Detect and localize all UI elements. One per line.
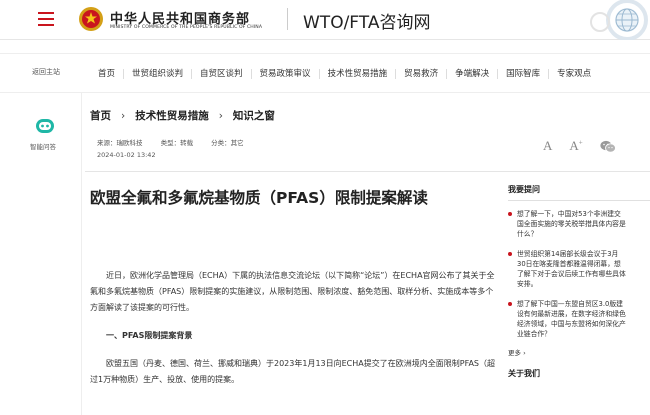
chevron-right-icon: ›: [121, 109, 126, 122]
faq-text: 想了解一下，中国对53个非洲建交国全面实施的零关税举措具体内容是什么？: [517, 210, 626, 238]
main-nav: 返回主站 首页 世贸组织谈判 自贸区谈判 贸易政策审议 技术性贸易措施 贸易救济…: [0, 53, 650, 93]
site-title[interactable]: WTO/FTA咨询网: [303, 8, 430, 33]
bullet-dot-icon: [508, 212, 512, 216]
font-decrease-button[interactable]: A: [543, 138, 552, 154]
bullet-dot-icon: [508, 252, 512, 256]
meta-category: 分类：其它: [211, 139, 244, 147]
faq-text: 世贸组织第14届部长级会议于3月30日在喀麦隆首都雅温得闭幕，想了解下对于会议后…: [517, 250, 626, 288]
article-title: 欧盟全氟和多氟烷基物质（PFAS）限制提案解读: [90, 189, 428, 207]
nav-item-home[interactable]: 首页: [90, 69, 125, 79]
content-divider: [85, 171, 650, 172]
article-body: 近日，欧洲化学品管理局（ECHA）下属的执法信息交流论坛（以下简称“论坛”）在E…: [90, 268, 495, 400]
nav-item-fta[interactable]: 自贸区谈判: [192, 69, 252, 79]
faq-item[interactable]: 世贸组织第14届部长级会议于3月30日在喀麦隆首都雅温得闭幕，想了解下对于会议后…: [508, 249, 626, 289]
nav-item-wto[interactable]: 世贸组织谈判: [124, 69, 193, 79]
font-increase-plus: +: [578, 138, 583, 147]
article-tools: A A+: [543, 138, 616, 154]
faq-heading: 我要提问: [508, 184, 650, 201]
font-increase-button[interactable]: A+: [569, 138, 582, 154]
meta-source: 来源：瑞欧科技: [97, 139, 143, 147]
faq-text: 想了解下中国—东盟自贸区3.0版建设有何最新进展，在数字经济和绿色经济领域，中国…: [517, 300, 626, 338]
font-increase-label: A: [569, 138, 579, 153]
right-sidebar: 我要提问 想了解一下，中国对53个非洲建交国全面实施的零关税举措具体内容是什么？…: [508, 184, 650, 379]
breadcrumb-home[interactable]: 首页: [90, 108, 111, 123]
meta-date: 2024-01-02 13:42: [97, 151, 156, 159]
back-home-link[interactable]: 返回主站: [32, 67, 60, 77]
faq-item[interactable]: 想了解下中国—东盟自贸区3.0版建设有何最新进展，在数字经济和绿色经济领域，中国…: [508, 299, 626, 339]
nav-item-tbt[interactable]: 技术性贸易措施: [320, 69, 397, 79]
nav-items: 首页 世贸组织谈判 自贸区谈判 贸易政策审议 技术性贸易措施 贸易救济 争端解决…: [90, 54, 599, 94]
robot-assistant-icon[interactable]: [35, 118, 55, 134]
nav-item-dispute[interactable]: 争端解决: [447, 69, 499, 79]
faq-item[interactable]: 想了解一下，中国对53个非洲建交国全面实施的零关税举措具体内容是什么？: [508, 209, 626, 239]
section-heading: 一、PFAS限制提案背景: [106, 331, 193, 340]
national-emblem-icon: [79, 7, 103, 31]
ministry-name-en: MINISTRY OF COMMERCE OF THE PEOPLE'S REP…: [110, 25, 263, 30]
globe-decoration-icon: [590, 0, 648, 40]
nav-item-trade-remedy[interactable]: 贸易救济: [396, 69, 448, 79]
about-heading: 关于我们: [508, 369, 540, 378]
meta-type: 类型：转载: [160, 139, 194, 147]
article-paragraph: 欧盟五国（丹麦、德国、荷兰、挪威和瑞典）于2023年1月13日向ECHA提交了在…: [90, 359, 495, 384]
wechat-share-icon[interactable]: [600, 140, 616, 153]
breadcrumb-tbt[interactable]: 技术性贸易措施: [135, 108, 209, 123]
header-divider: [287, 8, 288, 30]
article-paragraph: 近日，欧洲化学品管理局（ECHA）下属的执法信息交流论坛（以下简称“论坛”）在E…: [90, 271, 495, 312]
chevron-right-icon: ›: [218, 109, 223, 122]
breadcrumb-knowledge[interactable]: 知识之窗: [233, 108, 275, 123]
assistant-label[interactable]: 智能问答: [30, 141, 56, 151]
breadcrumb: 首页 › 技术性贸易措施 › 知识之窗: [90, 108, 275, 123]
site-header: 中华人民共和国商务部 MINISTRY OF COMMERCE OF THE P…: [0, 0, 650, 40]
nav-item-think-tank[interactable]: 国际智库: [498, 69, 550, 79]
article-meta: 来源：瑞欧科技 类型：转载 分类：其它: [97, 137, 260, 147]
bullet-dot-icon: [508, 302, 512, 306]
more-link[interactable]: 更多 ›: [508, 347, 650, 357]
nav-item-experts[interactable]: 专家观点: [549, 69, 599, 79]
nav-item-policy-review[interactable]: 贸易政策审议: [252, 69, 320, 79]
menu-icon[interactable]: [38, 12, 54, 26]
